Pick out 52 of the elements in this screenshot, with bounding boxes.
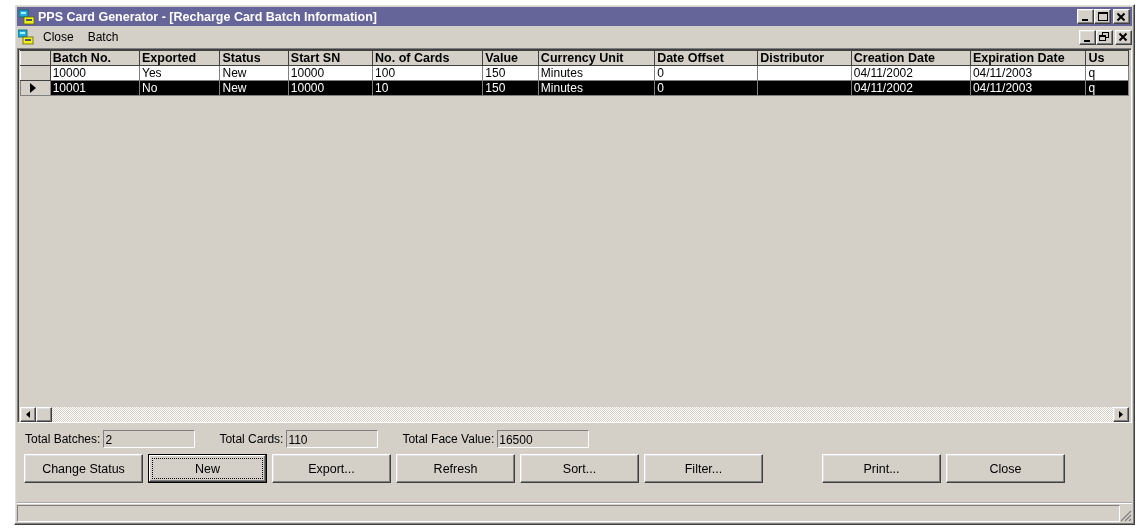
scroll-right-button[interactable] xyxy=(1113,407,1129,422)
scrollbar-thumb[interactable] xyxy=(36,407,52,422)
column-header[interactable]: Batch No. xyxy=(50,50,140,66)
column-header[interactable]: Currency Unit xyxy=(538,50,655,66)
menu-item[interactable]: Batch xyxy=(82,29,124,45)
close-button[interactable] xyxy=(1113,9,1130,24)
app-icon xyxy=(19,8,35,25)
column-header[interactable]: Us xyxy=(1085,50,1129,66)
action-button[interactable]: Export... xyxy=(272,454,391,483)
total-field[interactable]: 110 xyxy=(286,430,379,448)
resize-grip-icon[interactable] xyxy=(1120,510,1132,522)
total-field[interactable]: 16500 xyxy=(497,430,590,448)
maximize-icon xyxy=(1097,11,1108,22)
current-row-icon xyxy=(30,83,36,93)
field-label: Total Face Value: xyxy=(402,432,495,446)
action-button[interactable]: Filter... xyxy=(644,454,763,483)
restore-icon xyxy=(1099,32,1110,42)
close-icon xyxy=(1118,32,1129,42)
field-label: Total Batches: xyxy=(25,432,101,446)
minimize-icon xyxy=(1083,39,1090,42)
action-button[interactable]: New xyxy=(148,454,267,483)
menu-item[interactable]: Close xyxy=(38,29,79,45)
action-button[interactable]: Sort... xyxy=(520,454,639,483)
minimize-icon xyxy=(1081,19,1088,21)
column-header[interactable]: Status xyxy=(219,50,289,66)
total-field[interactable]: 2 xyxy=(103,430,196,448)
field-label: Total Cards: xyxy=(219,432,284,446)
close-icon xyxy=(1116,11,1127,22)
column-header[interactable]: No. of Cards xyxy=(372,50,483,66)
maximize-button[interactable] xyxy=(1094,9,1111,24)
scroll-left-button[interactable] xyxy=(20,407,36,422)
column-header[interactable]: Value xyxy=(482,50,539,66)
action-button[interactable]: Refresh xyxy=(396,454,515,483)
action-button[interactable]: Change Status xyxy=(24,454,143,483)
close-button[interactable] xyxy=(1115,29,1132,45)
column-header[interactable]: Exported xyxy=(139,50,220,66)
action-button[interactable]: Close xyxy=(946,454,1065,483)
window-title: PPS Card Generator - [Recharge Card Batch Information] xyxy=(38,9,378,24)
left-arrow-icon xyxy=(26,411,30,418)
table-row[interactable]: 10001 No New 10000 10 150 Minutes 0 04/11/2002 04/11/2003 q xyxy=(20,80,1129,96)
column-header[interactable]: Start SN xyxy=(288,50,373,66)
right-arrow-icon xyxy=(1119,411,1123,418)
action-button[interactable]: Print... xyxy=(822,454,941,483)
column-header[interactable]: Expiration Date xyxy=(970,50,1086,66)
minimize-button[interactable] xyxy=(1077,9,1094,24)
column-header[interactable]: Creation Date xyxy=(851,50,971,66)
column-header[interactable]: Date Offset xyxy=(654,50,758,66)
document-icon xyxy=(18,29,34,45)
column-header[interactable]: Distributor xyxy=(757,50,852,66)
restore-button[interactable] xyxy=(1096,29,1113,45)
minimize-button[interactable] xyxy=(1079,29,1096,45)
table-row[interactable]: 10000 Yes New 10000 100 150 Minutes 0 04/11/2002 04/11/2003 q xyxy=(20,65,1129,81)
